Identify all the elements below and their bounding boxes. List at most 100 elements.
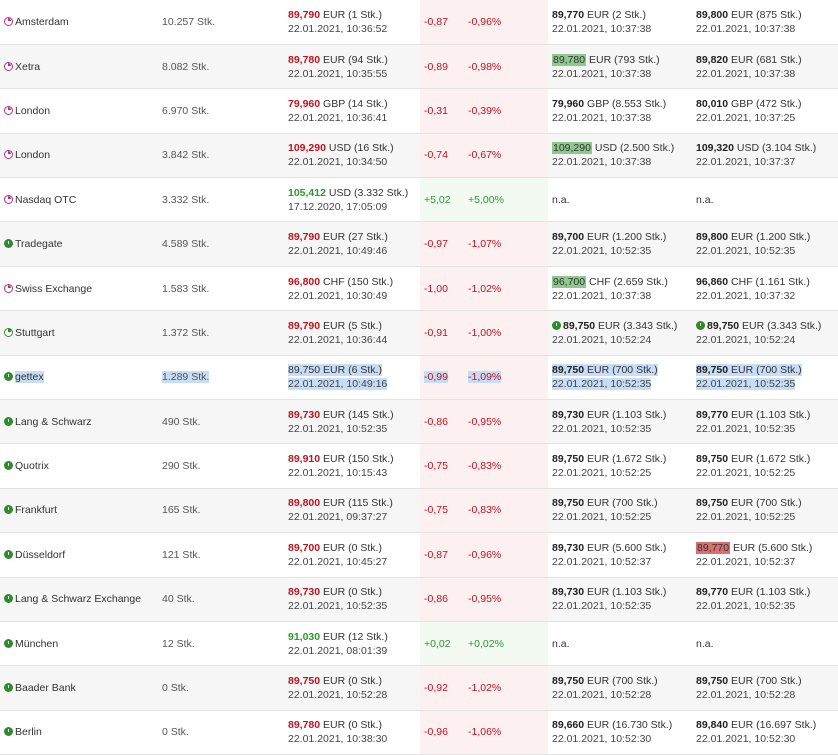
table-row[interactable]: Xetra 8.082 Stk. 89,780 EUR (94 Stk.) 22.01… bbox=[0, 44, 838, 90]
exchange-cell[interactable]: London bbox=[0, 133, 158, 179]
bid-price: 89,730 bbox=[552, 586, 585, 599]
exchange-cell[interactable]: Lang & Schwarz bbox=[0, 399, 158, 445]
last-time: 22.01.2021, 10:30:49 bbox=[288, 289, 388, 302]
table-row[interactable]: Lang & Schwarz Exchange 40 Stk. 89,730 EUR… bbox=[0, 577, 838, 622]
exchange-name[interactable]: Swiss Exchange bbox=[15, 283, 92, 295]
table-row[interactable]: Amsterdam 10.257 Stk. 89,790 EUR (1 Stk.) 2… bbox=[0, 0, 838, 45]
exchange-cell[interactable]: gettex bbox=[0, 355, 158, 401]
ask-cell: 89,800 EUR (1.200 Stk.) 22.01.2021, 10:52… bbox=[692, 221, 838, 267]
exchange-name[interactable]: Berlin bbox=[15, 726, 42, 738]
ask-size: EUR (700 Stk.) bbox=[731, 364, 802, 377]
exchange-name[interactable]: Amsterdam bbox=[15, 16, 69, 28]
exchange-cell[interactable]: Xetra bbox=[0, 44, 158, 90]
table-row[interactable]: London 3.842 Stk. 109,290 USD (16 Stk.) 22.… bbox=[0, 133, 838, 179]
exchange-name[interactable]: Xetra bbox=[15, 61, 40, 73]
last-size: EUR (145 Stk.) bbox=[323, 408, 394, 421]
exchange-cell[interactable]: Baader Bank bbox=[0, 665, 158, 711]
bid-cell: 89,780 EUR (793 Stk.) 22.01.2021, 10:37:3… bbox=[548, 44, 692, 90]
exchange-name[interactable]: Frankfurt bbox=[15, 504, 57, 516]
exchange-name[interactable]: gettex bbox=[15, 371, 44, 383]
bid-time: 22.01.2021, 10:52:35 bbox=[552, 245, 652, 258]
bid-size: USD (2.500 Stk.) bbox=[594, 142, 675, 155]
table-row[interactable]: Lang & Schwarz 490 Stk. 89,730 EUR (145 St… bbox=[0, 399, 838, 445]
last-price: 89,750 bbox=[288, 364, 321, 377]
change-abs: -1,00 bbox=[424, 282, 448, 295]
change-abs: -0,87 bbox=[424, 548, 448, 561]
last-time: 17.12.2020, 17:05:09 bbox=[288, 200, 388, 213]
exchange-cell[interactable]: London bbox=[0, 88, 158, 134]
change-pct-cell: -1,07% bbox=[464, 221, 548, 267]
exchange-name[interactable]: Tradegate bbox=[15, 238, 62, 250]
last-price: 105,412 bbox=[288, 186, 326, 199]
exchange-cell[interactable]: Tradegate bbox=[0, 221, 158, 267]
table-row[interactable]: Quotrix 290 Stk. 89,910 EUR (150 Stk.) 22.0… bbox=[0, 443, 838, 489]
exchange-cell[interactable]: Düsseldorf bbox=[0, 532, 158, 578]
exchange-cell[interactable]: Frankfurt bbox=[0, 488, 158, 534]
table-row[interactable]: London 6.970 Stk. 79,960 GBP (14 Stk.) 22.0… bbox=[0, 88, 838, 134]
table-row[interactable]: Berlin 0 Stk. 89,780 EUR (0 Stk.) 22.01.202… bbox=[0, 710, 838, 755]
volume-cell: 1.289 Stk. bbox=[158, 355, 284, 401]
volume: 165 Stk. bbox=[162, 504, 201, 517]
exchange-status-green-icon bbox=[4, 727, 13, 737]
ask-cell: n.a. bbox=[692, 177, 838, 223]
ask-cell: 89,800 EUR (875 Stk.) 22.01.2021, 10:37:3… bbox=[692, 0, 838, 45]
exchange-name[interactable]: London bbox=[15, 105, 50, 117]
bid-cell: 89,730 EUR (1.103 Stk.) 22.01.2021, 10:52… bbox=[548, 399, 692, 445]
last-price: 79,960 bbox=[288, 97, 321, 110]
ask-cell: 89,750 EUR (700 Stk.) 22.01.2021, 10:52:3… bbox=[692, 355, 838, 401]
table-row[interactable]: gettex 1.289 Stk. 89,750 EUR (6 Stk.) 22.01… bbox=[0, 355, 838, 401]
exchange-name[interactable]: München bbox=[15, 638, 58, 650]
exchange-cell[interactable]: Quotrix bbox=[0, 443, 158, 489]
ask-price: 89,770 bbox=[696, 586, 729, 599]
last-size: EUR (1 Stk.) bbox=[323, 8, 382, 21]
exchange-cell[interactable]: München bbox=[0, 621, 158, 667]
table-row[interactable]: Düsseldorf 121 Stk. 89,700 EUR (0 Stk.) 22.… bbox=[0, 532, 838, 578]
exchange-name[interactable]: Baader Bank bbox=[15, 682, 76, 694]
table-row[interactable]: Nasdaq OTC 3.332 Stk. 105,412 USD (3.332 S… bbox=[0, 177, 838, 223]
volume-cell: 3.332 Stk. bbox=[158, 177, 284, 223]
exchange-cell[interactable]: Amsterdam bbox=[0, 0, 158, 45]
bid-size: EUR (700 Stk.) bbox=[587, 675, 658, 688]
ask-cell: 89,750 EUR (700 Stk.) 22.01.2021, 10:52:2… bbox=[692, 665, 838, 711]
table-row[interactable]: München 12 Stk. 91,030 EUR (12 Stk.) 22.01.… bbox=[0, 621, 838, 667]
change-abs-cell: -0,99 bbox=[420, 355, 464, 401]
ask-price: 89,750 bbox=[696, 497, 729, 510]
ask-cell: 109,320 USD (3.104 Stk.) 22.01.2021, 10:3… bbox=[692, 133, 838, 179]
exchange-name[interactable]: London bbox=[15, 149, 50, 161]
ask-time: 22.01.2021, 10:52:28 bbox=[696, 689, 796, 702]
bid-cell: 89,750 EUR (700 Stk.) 22.01.2021, 10:52:2… bbox=[548, 665, 692, 711]
change-pct: -0,67% bbox=[468, 149, 502, 162]
exchange-cell[interactable]: Nasdaq OTC bbox=[0, 177, 158, 223]
exchange-status-pink-icon bbox=[4, 16, 13, 26]
bid-size: EUR (1.672 Stk.) bbox=[587, 453, 667, 466]
change-abs: -0,89 bbox=[424, 60, 448, 73]
bid-cell: 89,750 EUR (700 Stk.) 22.01.2021, 10:52:3… bbox=[548, 355, 692, 401]
exchange-cell[interactable]: Berlin bbox=[0, 710, 158, 755]
last-size: EUR (150 Stk.) bbox=[323, 453, 394, 466]
last-price-cell: 91,030 EUR (12 Stk.) 22.01.2021, 08:01:39 bbox=[284, 621, 420, 667]
exchange-name[interactable]: Nasdaq OTC bbox=[15, 194, 76, 206]
last-price-cell: 89,730 EUR (145 Stk.) 22.01.2021, 10:52:3… bbox=[284, 399, 420, 445]
exchange-name[interactable]: Quotrix bbox=[15, 460, 49, 472]
table-row[interactable]: Tradegate 4.589 Stk. 89,790 EUR (27 Stk.) 2… bbox=[0, 221, 838, 267]
last-size: EUR (0 Stk.) bbox=[323, 675, 382, 688]
table-row[interactable]: Swiss Exchange 1.583 Stk. 96,800 CHF (150 … bbox=[0, 266, 838, 312]
last-price: 89,800 bbox=[288, 497, 321, 510]
bid-time: 22.01.2021, 10:52:35 bbox=[552, 378, 652, 391]
exchange-name[interactable]: Stuttgart bbox=[15, 327, 55, 339]
ask-cell: 89,750 EUR (700 Stk.) 22.01.2021, 10:52:2… bbox=[692, 488, 838, 534]
change-abs: -0,96 bbox=[424, 726, 448, 739]
exchange-cell[interactable]: Lang & Schwarz Exchange bbox=[0, 577, 158, 622]
exchange-name[interactable]: Lang & Schwarz bbox=[15, 416, 91, 428]
table-row[interactable]: Frankfurt 165 Stk. 89,800 EUR (115 Stk.) 22… bbox=[0, 488, 838, 534]
table-row[interactable]: Baader Bank 0 Stk. 89,750 EUR (0 Stk.) 22.0… bbox=[0, 665, 838, 711]
exchange-cell[interactable]: Stuttgart bbox=[0, 310, 158, 356]
last-size: USD (3.332 Stk.) bbox=[328, 186, 409, 199]
exchange-name[interactable]: Lang & Schwarz Exchange bbox=[15, 593, 141, 605]
exchange-name[interactable]: Düsseldorf bbox=[15, 549, 65, 561]
last-time: 22.01.2021, 10:35:55 bbox=[288, 67, 388, 80]
table-row[interactable]: Stuttgart 1.372 Stk. 89,790 EUR (5 Stk.) 22… bbox=[0, 310, 838, 356]
exchange-cell[interactable]: Swiss Exchange bbox=[0, 266, 158, 312]
change-abs-cell: -0,31 bbox=[420, 88, 464, 134]
change-abs: -0,91 bbox=[424, 326, 448, 339]
